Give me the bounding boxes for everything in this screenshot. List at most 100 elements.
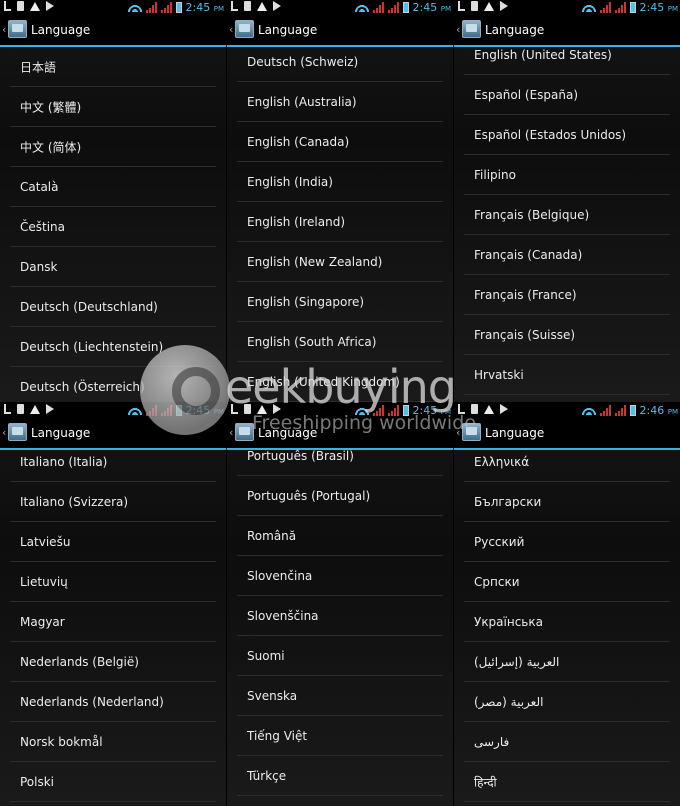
language-list-item[interactable]: Italiano (Svizzera) [10, 482, 216, 522]
language-list-item[interactable]: Norsk bokmål [10, 722, 216, 762]
screenshot-grid: 2:45 PM ‹ Language 日本語中文 (繁體) 中文 (简体) Cata… [0, 0, 680, 806]
language-list-item[interactable]: Latviešu [10, 522, 216, 562]
language-list-item[interactable]: Català [10, 167, 216, 207]
language-list-item[interactable]: Svenska [237, 676, 443, 716]
language-list-item[interactable]: English (South Africa) [237, 322, 443, 362]
language-label: Svenska [247, 688, 298, 703]
language-list-item[interactable]: Slovenčina [237, 556, 443, 596]
language-list-item[interactable]: English (Ireland) [237, 202, 443, 242]
language-list: Italiano (Italia) Italiano (Svizzera) Latv… [0, 442, 226, 802]
signal-2-icon [387, 2, 399, 13]
language-list-item[interactable]: Italiano (Italia) [10, 442, 216, 482]
language-label: Magyar [20, 614, 65, 629]
settings-app-icon[interactable] [462, 423, 481, 441]
page-title: Language [31, 426, 91, 440]
language-label: العربية (إسرائيل) [474, 654, 560, 669]
language-list-item[interactable]: 中文 (繁體) [10, 87, 216, 127]
language-label: English (Singapore) [247, 294, 365, 309]
language-list-item[interactable]: العربية (إسرائيل) [464, 642, 670, 682]
language-label: Italiano (Svizzera) [20, 494, 129, 509]
language-list-item[interactable]: Română [237, 516, 443, 556]
clock: 2:45 PM [185, 404, 224, 417]
signal-icon [372, 405, 384, 416]
language-list-item[interactable]: English (Singapore) [237, 282, 443, 322]
language-list-item[interactable]: Nederlands (België) [10, 642, 216, 682]
language-label: Lietuvių [20, 574, 68, 589]
language-list-item[interactable]: Français (Suisse) [464, 315, 670, 355]
battery-icon [629, 405, 636, 416]
language-list-item[interactable]: Українська [464, 602, 670, 642]
language-list-item[interactable]: 中文 (简体) [10, 127, 216, 167]
language-list-item[interactable]: Français (Canada) [464, 235, 670, 275]
language-list-item[interactable]: Deutsch (Schweiz) [237, 42, 443, 82]
language-list: Português (Brasil) Português (Portugal) Ro… [227, 436, 453, 796]
language-list-item[interactable]: Deutsch (Deutschland) [10, 287, 216, 327]
language-list-item[interactable]: English (United States) [464, 35, 670, 75]
language-list-item[interactable]: Português (Portugal) [237, 476, 443, 516]
language-label: Français (Belgique) [474, 207, 590, 222]
language-list-item[interactable]: Español (España) [464, 75, 670, 115]
language-label: Français (Suisse) [474, 327, 576, 342]
screen-panel-1: 2:45 PM ‹ Language 日本語中文 (繁體) 中文 (简体) Cata… [0, 0, 226, 402]
language-list-item[interactable]: Polski [10, 762, 216, 802]
language-list-item[interactable]: Hrvatski [464, 355, 670, 395]
language-list-item[interactable]: Deutsch (Liechtenstein) [10, 327, 216, 367]
back-chevron-icon[interactable]: ‹ [2, 23, 6, 36]
language-label: Latviešu [20, 534, 71, 549]
language-label: English (United States) [474, 47, 612, 62]
language-label: Ελληνικά [474, 454, 530, 469]
language-list-item[interactable]: English (United Kingdom) [237, 362, 443, 402]
play-store-icon [46, 404, 54, 414]
language-list-item[interactable]: Magyar [10, 602, 216, 642]
language-list-item[interactable]: Français (France) [464, 275, 670, 315]
language-label: Русский [474, 534, 525, 549]
clock: 2:45 PM [412, 404, 451, 417]
language-list-item[interactable]: 日本語 [10, 47, 216, 87]
language-label: 日本語 [20, 60, 57, 74]
back-chevron-icon[interactable]: ‹ [456, 426, 460, 439]
language-list-item[interactable]: Türkçe [237, 756, 443, 796]
language-list-item[interactable]: Tiếng Việt [237, 716, 443, 756]
language-list-item[interactable]: Nederlands (Nederland) [10, 682, 216, 722]
language-list-item[interactable]: Čeština [10, 207, 216, 247]
language-list-item[interactable]: हिन्दी [464, 762, 670, 802]
language-list: Ελληνικά Български Русский Српски Українська… [454, 442, 680, 802]
status-bar: 2:45 PM [0, 0, 226, 17]
language-list-item[interactable]: Filipino [464, 155, 670, 195]
page-title: Language [31, 23, 91, 37]
language-list: Deutsch (Schweiz) English (Australia) Engl… [227, 42, 453, 402]
usb-icon [458, 404, 465, 414]
language-list-item[interactable]: Suomi [237, 636, 443, 676]
language-list-item[interactable]: Français (Belgique) [464, 195, 670, 235]
language-list-item[interactable]: English (Australia) [237, 82, 443, 122]
language-list-item[interactable]: Slovenščina [237, 596, 443, 636]
wifi-icon [127, 3, 142, 12]
status-bar: 2:45 PM [0, 403, 226, 420]
settings-app-icon[interactable] [8, 20, 27, 38]
language-label: Български [474, 494, 542, 509]
language-label: English (United Kingdom) [247, 374, 400, 389]
back-chevron-icon[interactable]: ‹ [2, 426, 6, 439]
language-list-item[interactable]: English (India) [237, 162, 443, 202]
language-list-item[interactable]: فارسی [464, 722, 670, 762]
language-list-item[interactable]: العربية (مصر) [464, 682, 670, 722]
signal-icon [145, 2, 157, 13]
settings-app-icon[interactable] [235, 20, 254, 38]
language-list-item[interactable]: Lietuvių [10, 562, 216, 602]
language-list-item[interactable]: Deutsch (Österreich) [10, 367, 216, 402]
clock: 2:45 PM [639, 1, 678, 14]
language-list-item[interactable]: Српски [464, 562, 670, 602]
language-list-item[interactable]: English (New Zealand) [237, 242, 443, 282]
language-list-item[interactable]: Русский [464, 522, 670, 562]
language-list-item[interactable]: Dansk [10, 247, 216, 287]
language-list-item[interactable]: English (Canada) [237, 122, 443, 162]
back-chevron-icon[interactable]: ‹ [229, 23, 233, 36]
language-list-item[interactable]: Ελληνικά [464, 442, 670, 482]
language-list-item[interactable]: Български [464, 482, 670, 522]
warning-icon [30, 404, 40, 414]
wifi-icon [581, 3, 596, 12]
language-label: Čeština [20, 219, 66, 234]
settings-app-icon[interactable] [8, 423, 27, 441]
language-list-item[interactable]: Português (Brasil) [237, 436, 443, 476]
language-list-item[interactable]: Español (Estados Unidos) [464, 115, 670, 155]
